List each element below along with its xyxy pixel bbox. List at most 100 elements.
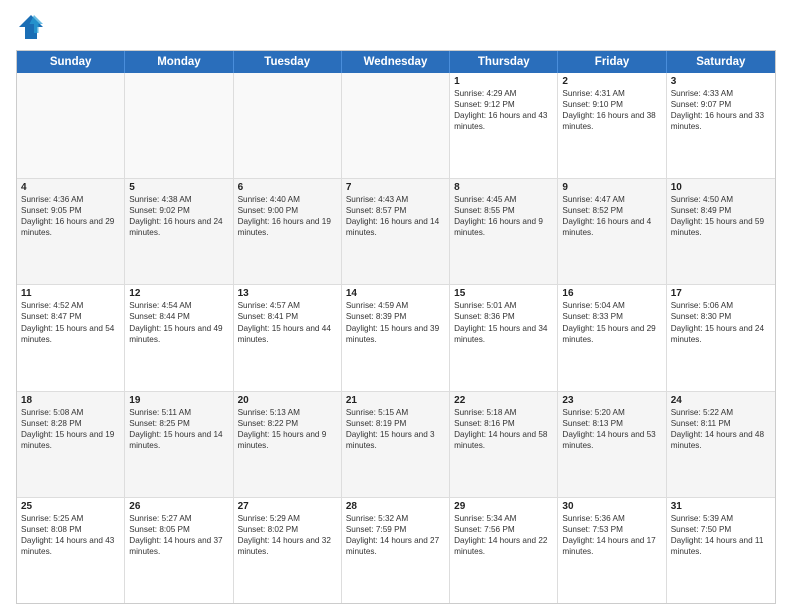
- calendar-header: SundayMondayTuesdayWednesdayThursdayFrid…: [17, 51, 775, 73]
- day-info: Sunrise: 4:38 AM Sunset: 9:02 PM Dayligh…: [129, 194, 228, 238]
- day-info: Sunrise: 4:40 AM Sunset: 9:00 PM Dayligh…: [238, 194, 337, 238]
- calendar-body: 1Sunrise: 4:29 AM Sunset: 9:12 PM Daylig…: [17, 73, 775, 603]
- day-number: 19: [129, 395, 228, 406]
- day-info: Sunrise: 5:13 AM Sunset: 8:22 PM Dayligh…: [238, 407, 337, 451]
- empty-cell: [17, 73, 125, 178]
- day-number: 9: [562, 182, 661, 193]
- day-number: 8: [454, 182, 553, 193]
- day-cell-9: 9Sunrise: 4:47 AM Sunset: 8:52 PM Daylig…: [558, 179, 666, 284]
- day-cell-4: 4Sunrise: 4:36 AM Sunset: 9:05 PM Daylig…: [17, 179, 125, 284]
- day-cell-31: 31Sunrise: 5:39 AM Sunset: 7:50 PM Dayli…: [667, 498, 775, 603]
- day-number: 12: [129, 288, 228, 299]
- day-info: Sunrise: 4:52 AM Sunset: 8:47 PM Dayligh…: [21, 300, 120, 344]
- day-number: 1: [454, 76, 553, 87]
- day-info: Sunrise: 5:20 AM Sunset: 8:13 PM Dayligh…: [562, 407, 661, 451]
- logo-icon: [16, 12, 46, 42]
- day-number: 29: [454, 501, 553, 512]
- calendar-row-5: 25Sunrise: 5:25 AM Sunset: 8:08 PM Dayli…: [17, 498, 775, 603]
- day-number: 16: [562, 288, 661, 299]
- day-info: Sunrise: 5:36 AM Sunset: 7:53 PM Dayligh…: [562, 513, 661, 557]
- day-info: Sunrise: 4:57 AM Sunset: 8:41 PM Dayligh…: [238, 300, 337, 344]
- day-cell-7: 7Sunrise: 4:43 AM Sunset: 8:57 PM Daylig…: [342, 179, 450, 284]
- calendar-row-1: 1Sunrise: 4:29 AM Sunset: 9:12 PM Daylig…: [17, 73, 775, 179]
- calendar: SundayMondayTuesdayWednesdayThursdayFrid…: [16, 50, 776, 604]
- weekday-header-wednesday: Wednesday: [342, 51, 450, 73]
- day-info: Sunrise: 5:08 AM Sunset: 8:28 PM Dayligh…: [21, 407, 120, 451]
- day-number: 26: [129, 501, 228, 512]
- day-number: 10: [671, 182, 771, 193]
- header: [16, 12, 776, 42]
- day-info: Sunrise: 5:11 AM Sunset: 8:25 PM Dayligh…: [129, 407, 228, 451]
- calendar-row-4: 18Sunrise: 5:08 AM Sunset: 8:28 PM Dayli…: [17, 392, 775, 498]
- day-cell-15: 15Sunrise: 5:01 AM Sunset: 8:36 PM Dayli…: [450, 285, 558, 390]
- day-info: Sunrise: 5:04 AM Sunset: 8:33 PM Dayligh…: [562, 300, 661, 344]
- day-cell-6: 6Sunrise: 4:40 AM Sunset: 9:00 PM Daylig…: [234, 179, 342, 284]
- day-cell-28: 28Sunrise: 5:32 AM Sunset: 7:59 PM Dayli…: [342, 498, 450, 603]
- day-cell-19: 19Sunrise: 5:11 AM Sunset: 8:25 PM Dayli…: [125, 392, 233, 497]
- day-info: Sunrise: 4:36 AM Sunset: 9:05 PM Dayligh…: [21, 194, 120, 238]
- day-number: 23: [562, 395, 661, 406]
- day-cell-21: 21Sunrise: 5:15 AM Sunset: 8:19 PM Dayli…: [342, 392, 450, 497]
- day-number: 31: [671, 501, 771, 512]
- day-number: 30: [562, 501, 661, 512]
- day-number: 28: [346, 501, 445, 512]
- day-info: Sunrise: 5:22 AM Sunset: 8:11 PM Dayligh…: [671, 407, 771, 451]
- day-cell-11: 11Sunrise: 4:52 AM Sunset: 8:47 PM Dayli…: [17, 285, 125, 390]
- day-info: Sunrise: 4:29 AM Sunset: 9:12 PM Dayligh…: [454, 88, 553, 132]
- day-info: Sunrise: 5:27 AM Sunset: 8:05 PM Dayligh…: [129, 513, 228, 557]
- day-info: Sunrise: 5:06 AM Sunset: 8:30 PM Dayligh…: [671, 300, 771, 344]
- day-cell-23: 23Sunrise: 5:20 AM Sunset: 8:13 PM Dayli…: [558, 392, 666, 497]
- empty-cell: [125, 73, 233, 178]
- day-number: 6: [238, 182, 337, 193]
- day-number: 3: [671, 76, 771, 87]
- day-number: 22: [454, 395, 553, 406]
- day-info: Sunrise: 4:43 AM Sunset: 8:57 PM Dayligh…: [346, 194, 445, 238]
- day-number: 4: [21, 182, 120, 193]
- day-cell-17: 17Sunrise: 5:06 AM Sunset: 8:30 PM Dayli…: [667, 285, 775, 390]
- weekday-header-tuesday: Tuesday: [234, 51, 342, 73]
- day-cell-12: 12Sunrise: 4:54 AM Sunset: 8:44 PM Dayli…: [125, 285, 233, 390]
- weekday-header-saturday: Saturday: [667, 51, 775, 73]
- calendar-row-3: 11Sunrise: 4:52 AM Sunset: 8:47 PM Dayli…: [17, 285, 775, 391]
- page: SundayMondayTuesdayWednesdayThursdayFrid…: [0, 0, 792, 612]
- day-info: Sunrise: 4:33 AM Sunset: 9:07 PM Dayligh…: [671, 88, 771, 132]
- day-info: Sunrise: 4:59 AM Sunset: 8:39 PM Dayligh…: [346, 300, 445, 344]
- day-cell-20: 20Sunrise: 5:13 AM Sunset: 8:22 PM Dayli…: [234, 392, 342, 497]
- weekday-header-sunday: Sunday: [17, 51, 125, 73]
- day-number: 24: [671, 395, 771, 406]
- day-cell-18: 18Sunrise: 5:08 AM Sunset: 8:28 PM Dayli…: [17, 392, 125, 497]
- day-number: 5: [129, 182, 228, 193]
- day-cell-8: 8Sunrise: 4:45 AM Sunset: 8:55 PM Daylig…: [450, 179, 558, 284]
- day-number: 21: [346, 395, 445, 406]
- day-number: 15: [454, 288, 553, 299]
- day-number: 13: [238, 288, 337, 299]
- day-info: Sunrise: 4:47 AM Sunset: 8:52 PM Dayligh…: [562, 194, 661, 238]
- day-number: 17: [671, 288, 771, 299]
- day-cell-27: 27Sunrise: 5:29 AM Sunset: 8:02 PM Dayli…: [234, 498, 342, 603]
- day-cell-1: 1Sunrise: 4:29 AM Sunset: 9:12 PM Daylig…: [450, 73, 558, 178]
- day-cell-13: 13Sunrise: 4:57 AM Sunset: 8:41 PM Dayli…: [234, 285, 342, 390]
- day-cell-29: 29Sunrise: 5:34 AM Sunset: 7:56 PM Dayli…: [450, 498, 558, 603]
- empty-cell: [342, 73, 450, 178]
- day-cell-22: 22Sunrise: 5:18 AM Sunset: 8:16 PM Dayli…: [450, 392, 558, 497]
- day-number: 11: [21, 288, 120, 299]
- day-info: Sunrise: 5:32 AM Sunset: 7:59 PM Dayligh…: [346, 513, 445, 557]
- day-number: 2: [562, 76, 661, 87]
- calendar-row-2: 4Sunrise: 4:36 AM Sunset: 9:05 PM Daylig…: [17, 179, 775, 285]
- day-cell-16: 16Sunrise: 5:04 AM Sunset: 8:33 PM Dayli…: [558, 285, 666, 390]
- day-info: Sunrise: 4:45 AM Sunset: 8:55 PM Dayligh…: [454, 194, 553, 238]
- day-number: 20: [238, 395, 337, 406]
- day-cell-26: 26Sunrise: 5:27 AM Sunset: 8:05 PM Dayli…: [125, 498, 233, 603]
- day-info: Sunrise: 5:18 AM Sunset: 8:16 PM Dayligh…: [454, 407, 553, 451]
- day-info: Sunrise: 5:15 AM Sunset: 8:19 PM Dayligh…: [346, 407, 445, 451]
- day-cell-30: 30Sunrise: 5:36 AM Sunset: 7:53 PM Dayli…: [558, 498, 666, 603]
- day-info: Sunrise: 4:31 AM Sunset: 9:10 PM Dayligh…: [562, 88, 661, 132]
- day-number: 7: [346, 182, 445, 193]
- day-number: 14: [346, 288, 445, 299]
- logo: [16, 12, 50, 42]
- day-number: 25: [21, 501, 120, 512]
- empty-cell: [234, 73, 342, 178]
- day-cell-3: 3Sunrise: 4:33 AM Sunset: 9:07 PM Daylig…: [667, 73, 775, 178]
- weekday-header-monday: Monday: [125, 51, 233, 73]
- weekday-header-thursday: Thursday: [450, 51, 558, 73]
